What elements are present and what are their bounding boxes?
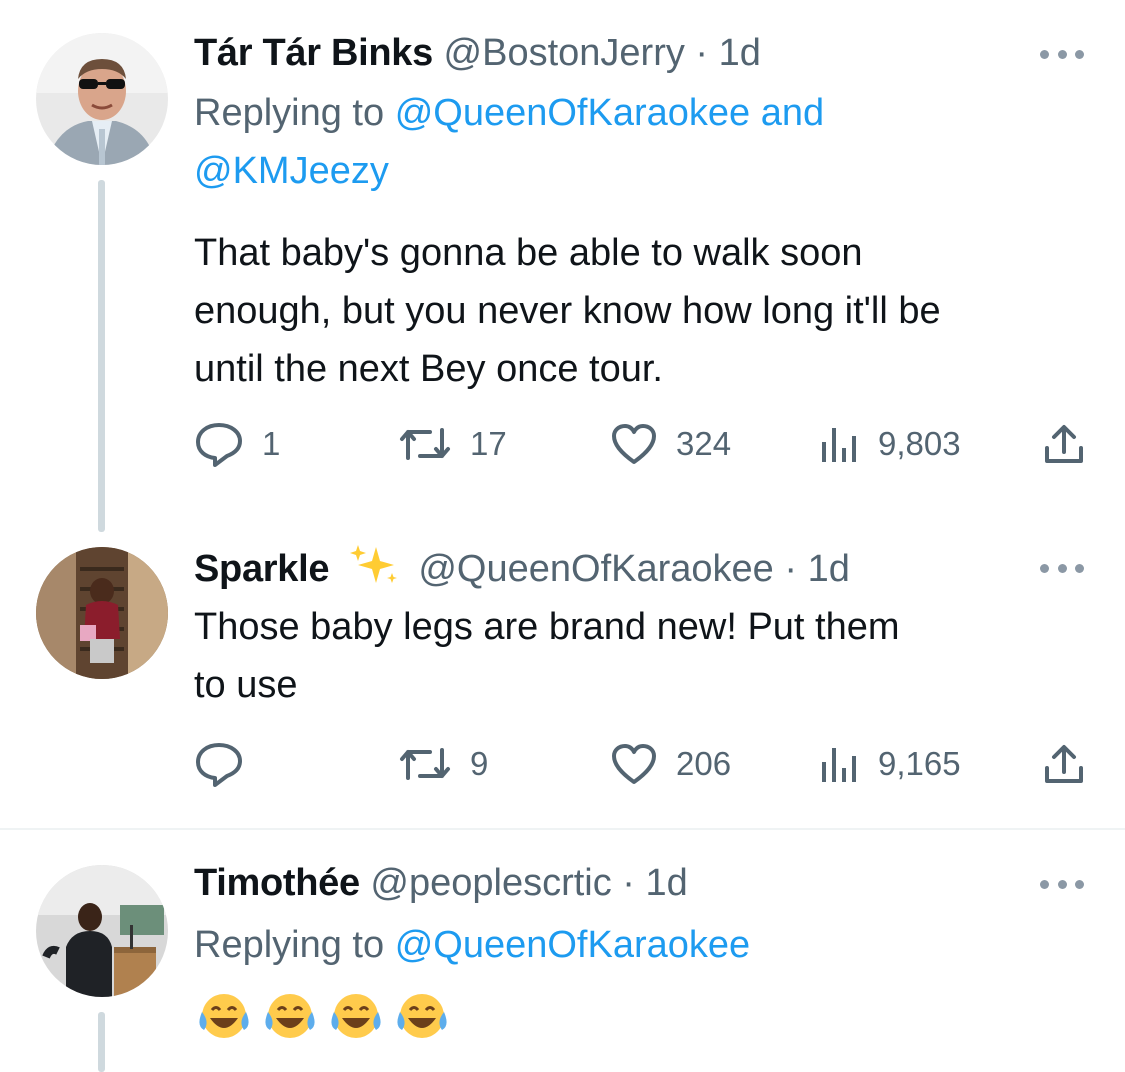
face-with-tears-of-joy-icon (397, 994, 447, 1038)
face-with-tears-of-joy-icon (331, 994, 381, 1038)
replying-to-label: Replying to (194, 924, 385, 966)
replying-to: Replying to @QueenOfKaraokee (194, 916, 1074, 974)
user-handle[interactable]: @peoplescrtic (370, 862, 611, 904)
face-with-tears-of-joy-icon (199, 994, 249, 1038)
tweet-emoji-text (194, 992, 452, 1042)
timestamp[interactable]: 1d (646, 862, 688, 904)
tweet-header: Timothée @peoplescrtic · 1d (194, 859, 688, 907)
mention-link[interactable]: @QueenOfKaraokee (395, 924, 750, 966)
thread-line (98, 1012, 105, 1072)
avatar-peoplescrtic[interactable] (36, 865, 168, 997)
more-options-icon[interactable] (1040, 878, 1084, 890)
separator-dot: · (622, 862, 635, 904)
display-name[interactable]: Timothée (194, 862, 360, 904)
tweet-3[interactable]: Timothée @peoplescrtic · 1d Replying to … (0, 0, 1125, 1072)
face-with-tears-of-joy-icon (265, 994, 315, 1038)
